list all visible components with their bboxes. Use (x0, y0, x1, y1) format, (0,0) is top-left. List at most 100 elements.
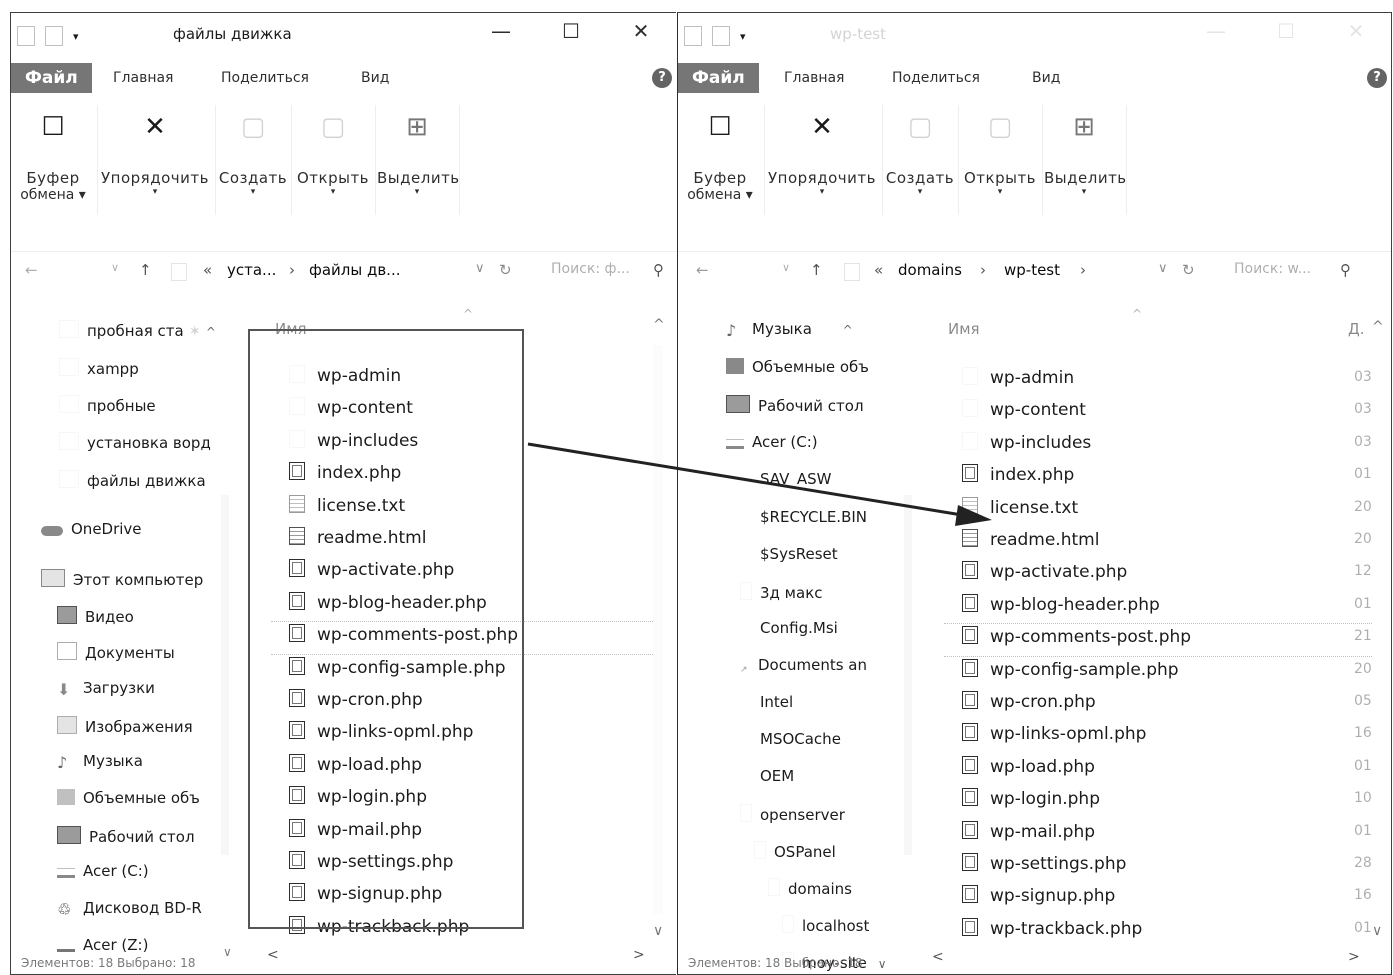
up-icon[interactable]: ↑ (139, 261, 152, 279)
file-row[interactable]: wp-config-sample.php (962, 658, 1179, 680)
file-row[interactable]: wp-signup.php (962, 885, 1115, 906)
maximize-icon[interactable]: ☐ (536, 19, 606, 43)
tab-home[interactable]: Главная (784, 63, 844, 93)
minimize-icon[interactable]: — (1181, 19, 1251, 43)
nav-item[interactable]: $RECYCLE.BIN (744, 508, 867, 526)
nav-item[interactable]: OEM (744, 767, 794, 785)
clipboard-button[interactable]: ☐ Буфер обмена ▾ (11, 101, 95, 231)
maximize-icon[interactable]: ☐ (1251, 19, 1321, 43)
nav-item[interactable]: 3д макс (740, 582, 823, 602)
new-button[interactable]: ▢ Создать ▾ (217, 101, 289, 231)
nav-item[interactable]: ⬇ Загрузки (57, 679, 155, 698)
nav-item[interactable]: установка ворд (59, 432, 211, 452)
up-icon[interactable]: ↑ (810, 261, 823, 279)
new-folder-icon[interactable] (712, 26, 730, 46)
tab-file[interactable]: Файл (11, 63, 92, 93)
breadcrumb-parent[interactable]: domains (898, 261, 962, 279)
help-icon[interactable]: ? (1367, 68, 1387, 88)
nav-item-this-pc[interactable]: Этот компьютер (41, 569, 203, 589)
file-row[interactable]: wp-admin (962, 367, 1074, 388)
tab-share[interactable]: Поделиться (892, 63, 980, 93)
nav-scrollbar[interactable] (904, 495, 912, 855)
back-icon[interactable]: ← (696, 261, 709, 279)
scroll-down-icon[interactable]: ∨ (653, 923, 667, 939)
tab-home[interactable]: Главная (113, 63, 173, 93)
help-icon[interactable]: ? (652, 68, 672, 88)
nav-item[interactable]: Intel (744, 693, 793, 711)
nav-item[interactable]: ↗ Documents an (740, 656, 867, 681)
scroll-up-icon[interactable]: ^ (1372, 319, 1386, 335)
file-row[interactable]: wp-trackback.php (962, 917, 1142, 939)
recent-dropdown-icon[interactable]: ∨ (111, 261, 119, 274)
new-button[interactable]: ▢ Создать ▾ (884, 101, 956, 231)
nav-item[interactable]: OSPanel (754, 841, 836, 861)
customize-toolbar-icon[interactable]: ▾ (73, 30, 79, 43)
file-row[interactable]: wp-mail.php (962, 820, 1095, 842)
nav-item[interactable]: Объемные объ (57, 789, 200, 807)
file-row[interactable]: wp-load.php (962, 755, 1095, 777)
file-row[interactable]: wp-content (962, 399, 1086, 420)
file-scrollbar[interactable] (653, 345, 663, 915)
nav-item[interactable]: Acer (C:) (726, 433, 818, 451)
file-row[interactable]: wp-links-opml.php (962, 723, 1146, 744)
scroll-down-icon[interactable]: ∨ (1372, 923, 1386, 939)
nav-item[interactable]: пробные (59, 395, 156, 415)
minimize-icon[interactable]: — (466, 19, 536, 43)
nav-item[interactable]: Документы (57, 642, 175, 662)
open-button[interactable]: ▢ Открыть ▾ (293, 101, 373, 231)
refresh-icon[interactable]: ↻ (1182, 261, 1195, 279)
back-icon[interactable]: ← (25, 261, 38, 279)
file-row[interactable]: wp-blog-header.php (962, 593, 1160, 615)
customize-toolbar-icon[interactable]: ▾ (740, 30, 746, 43)
tab-file[interactable]: Файл (678, 63, 759, 93)
file-row[interactable]: license.txt (962, 496, 1078, 518)
new-folder-icon[interactable] (45, 26, 63, 46)
close-icon[interactable]: ✕ (1321, 19, 1391, 43)
column-header-date[interactable]: Д. (1348, 320, 1365, 338)
nav-item[interactable]: Изображения (57, 716, 193, 736)
nav-item[interactable]: ♲ Дисковод BD-R (57, 899, 202, 918)
file-row[interactable]: wp-settings.php (962, 853, 1126, 874)
address-dropdown-icon[interactable]: ∨ (475, 261, 485, 276)
select-button[interactable]: ⊞ Выделить ▾ (1044, 101, 1126, 231)
clipboard-button[interactable]: ☐ Буфер обмена ▾ (678, 101, 762, 231)
file-row[interactable]: wp-includes (962, 431, 1091, 453)
nav-item[interactable]: пробная ста ✶ ^ (59, 320, 216, 340)
organize-button[interactable]: ✕ Упорядочить ▾ (99, 101, 211, 231)
search-input[interactable]: Поиск: w... (1234, 261, 1311, 277)
tab-view[interactable]: Вид (1032, 63, 1060, 93)
open-button[interactable]: ▢ Открыть ▾ (960, 101, 1040, 231)
breadcrumb-current[interactable]: файлы дв... (309, 261, 400, 279)
nav-item[interactable]: domains (768, 878, 852, 898)
nav-scrollbar[interactable] (221, 495, 229, 855)
file-row[interactable]: wp-cron.php (962, 691, 1096, 712)
nav-item[interactable]: Config.Msi (744, 619, 838, 637)
breadcrumb-current[interactable]: wp-test (1004, 261, 1060, 279)
breadcrumb-parent[interactable]: уста... (227, 261, 276, 279)
refresh-icon[interactable]: ↻ (499, 261, 512, 279)
tab-view[interactable]: Вид (361, 63, 389, 93)
tab-share[interactable]: Поделиться (221, 63, 309, 93)
close-icon[interactable]: ✕ (606, 19, 676, 43)
address-dropdown-icon[interactable]: ∨ (1158, 261, 1168, 276)
nav-item[interactable]: ♪ Музыка (57, 752, 143, 771)
nav-item[interactable]: Рабочий стол (57, 826, 195, 846)
nav-item[interactable]: файлы движка (59, 470, 206, 490)
file-row[interactable]: index.php (962, 464, 1074, 485)
search-input[interactable]: Поиск: ф... (551, 261, 630, 277)
nav-item[interactable]: Объемные объ (726, 358, 869, 376)
nav-item[interactable]: localhost (782, 915, 869, 935)
nav-item[interactable]: $SysReset (744, 545, 838, 563)
nav-item[interactable]: ♪ Музыка ^ (726, 320, 853, 339)
select-button[interactable]: ⊞ Выделить ▾ (377, 101, 459, 231)
nav-item[interactable]: Acer (C:) (57, 862, 149, 880)
organize-button[interactable]: ✕ Упорядочить ▾ (766, 101, 878, 231)
scroll-up-icon[interactable]: ^ (653, 317, 667, 333)
nav-item[interactable]: xampp (59, 358, 139, 378)
nav-item[interactable]: MSOCache (744, 730, 841, 748)
column-header-name[interactable]: Имя (948, 320, 980, 338)
nav-item[interactable]: Видео (57, 606, 134, 626)
nav-item[interactable]: Рабочий стол (726, 395, 864, 415)
properties-icon[interactable] (17, 26, 35, 46)
nav-item[interactable]: SAV_ASW (744, 470, 831, 488)
